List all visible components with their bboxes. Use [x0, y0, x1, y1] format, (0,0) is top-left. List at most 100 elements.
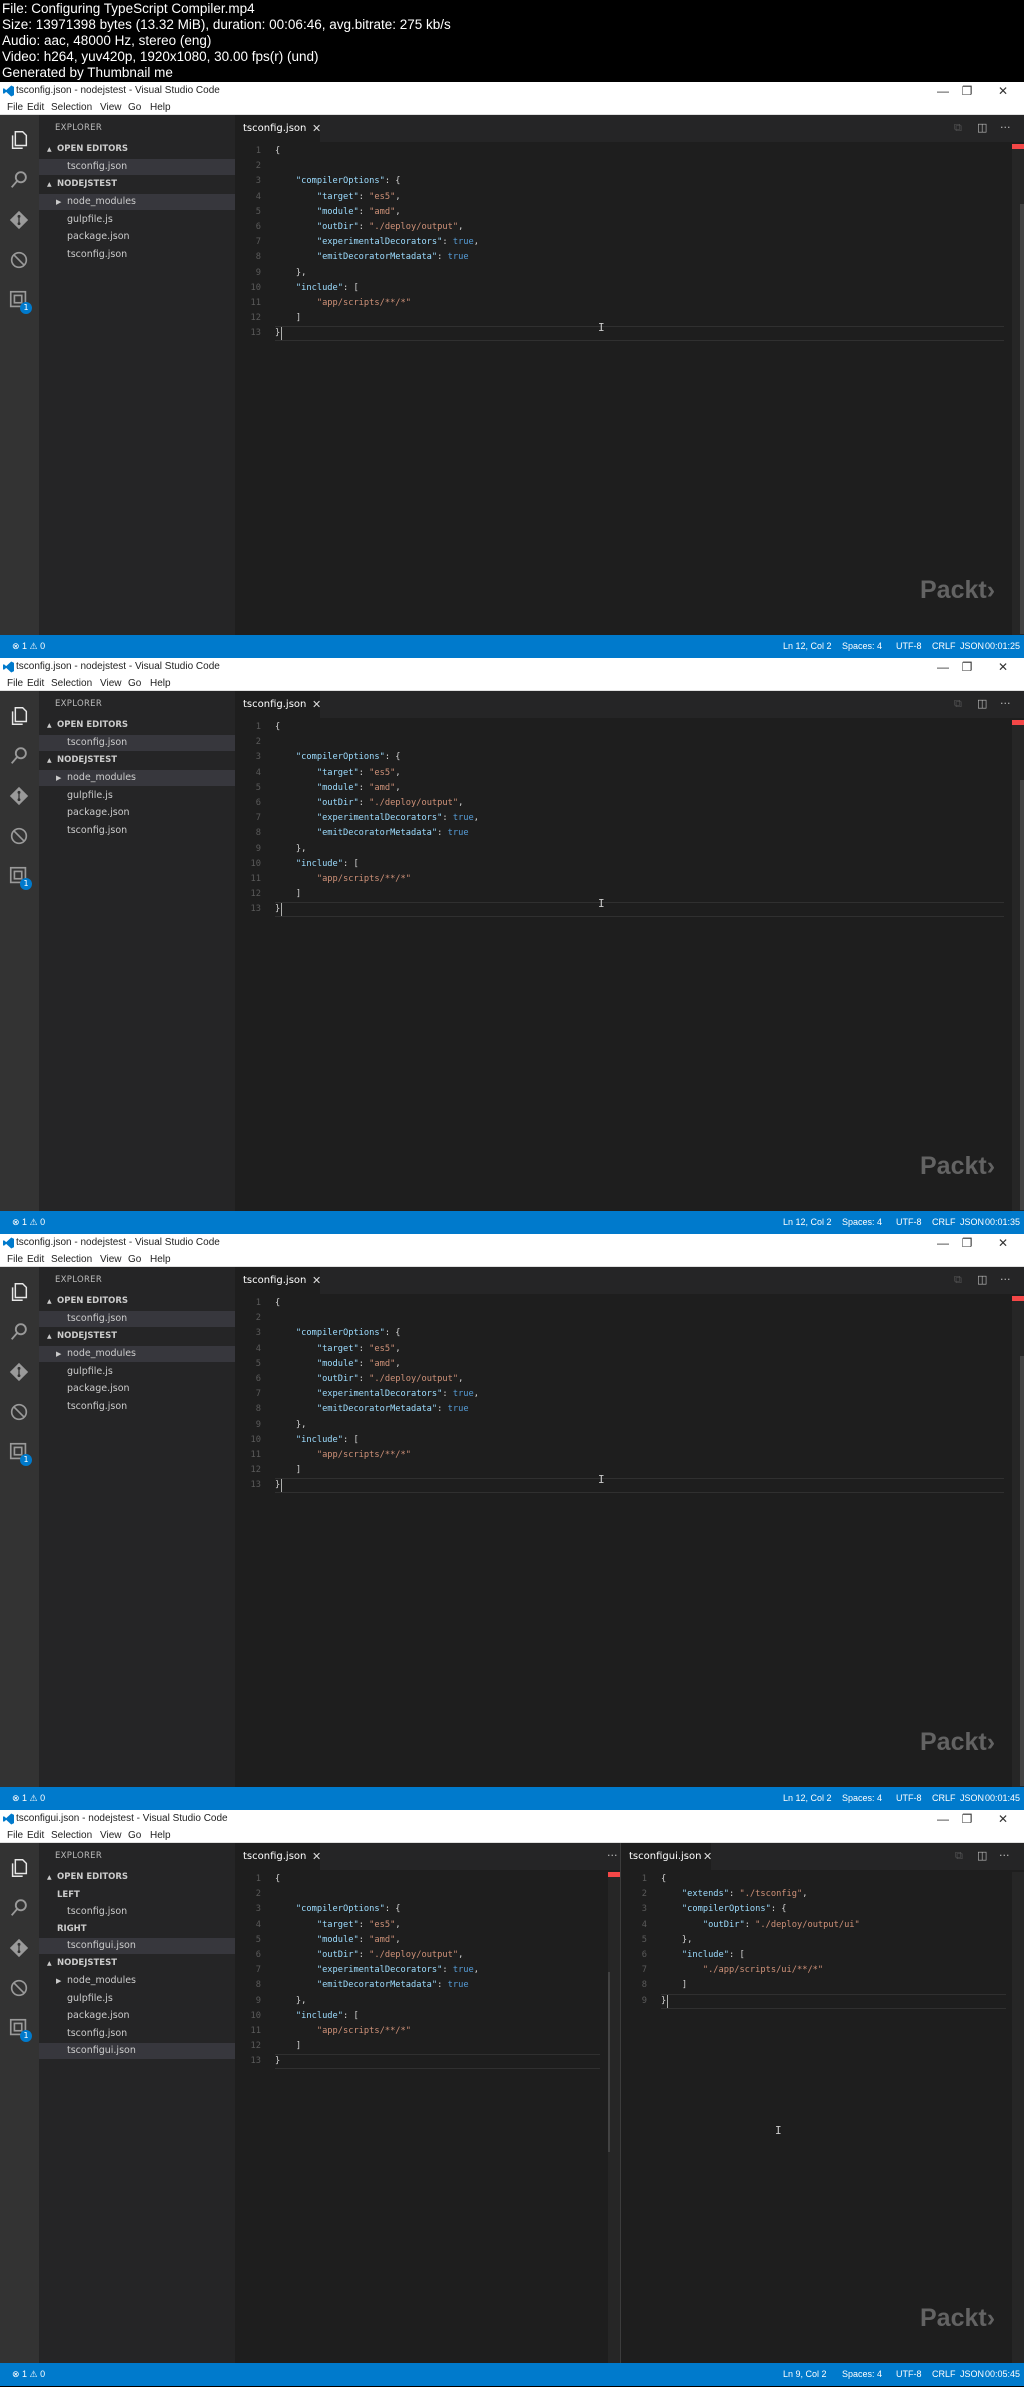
tab-close-icon[interactable]: ✕ — [312, 1843, 321, 1870]
more-actions-icon[interactable]: ··· — [999, 1849, 1010, 1862]
code-text[interactable]: "module": "amd", — [275, 1357, 401, 1372]
code-text[interactable]: "module": "amd", — [275, 781, 401, 796]
restore-button[interactable]: ❐ — [955, 658, 979, 676]
tree-file[interactable]: tsconfig.json — [39, 247, 235, 263]
code-text[interactable]: "emitDecoratorMetadata": true — [275, 1978, 469, 1993]
code-text[interactable]: "compilerOptions": { — [275, 174, 401, 189]
tree-file[interactable]: tsconfig.json — [39, 2026, 235, 2042]
code-text[interactable]: "experimentalDecorators": true, — [275, 811, 479, 826]
split-editor-icon[interactable]: ◫ — [977, 121, 987, 134]
restore-button[interactable]: ❐ — [955, 1810, 979, 1828]
menu-go[interactable]: Go — [128, 1828, 141, 1843]
source-control-icon[interactable] — [8, 1361, 30, 1383]
explorer-icon[interactable] — [8, 129, 30, 151]
open-editor-item[interactable]: tsconfig.json — [39, 735, 235, 751]
code-text[interactable]: "target": "es5", — [275, 190, 401, 205]
indentation-status[interactable]: Spaces: 4 — [842, 1787, 882, 1810]
code-text[interactable]: "emitDecoratorMetadata": true — [275, 1402, 469, 1417]
code-text[interactable]: "experimentalDecorators": true, — [275, 1387, 479, 1402]
minimize-button[interactable]: — — [931, 658, 955, 676]
code-text[interactable]: } — [275, 1478, 280, 1493]
open-editor-item[interactable]: tsconfig.json — [39, 1311, 235, 1327]
menu-selection[interactable]: Selection — [51, 100, 92, 115]
code-text[interactable]: "outDir": "./deploy/output", — [275, 796, 463, 811]
code-text[interactable]: } — [275, 326, 280, 341]
open-changes-icon[interactable]: ⧉ — [954, 697, 962, 711]
code-text[interactable]: }, — [275, 266, 306, 281]
encoding-status[interactable]: UTF-8 — [896, 1211, 922, 1234]
code-text[interactable]: } — [275, 902, 280, 917]
code-text[interactable]: ] — [275, 311, 301, 326]
code-text[interactable]: "compilerOptions": { — [275, 1902, 401, 1917]
menu-go[interactable]: Go — [128, 100, 141, 115]
language-mode[interactable]: JSON — [960, 2363, 984, 2386]
code-text[interactable]: "extends": "./tsconfig", — [661, 1887, 808, 1902]
tree-file[interactable]: tsconfig.json — [39, 1399, 235, 1415]
code-text[interactable]: "emitDecoratorMetadata": true — [275, 250, 469, 265]
tab-close-icon[interactable]: ✕ — [703, 1843, 712, 1870]
code-text[interactable]: "include": [ — [275, 857, 359, 872]
line-ending-status[interactable]: CRLF — [932, 1787, 956, 1810]
code-text[interactable]: { — [275, 720, 280, 735]
open-editors-section[interactable]: ▲ OPEN EDITORS — [39, 1870, 235, 1885]
code-text[interactable]: { — [661, 1872, 666, 1887]
code-text[interactable]: ] — [275, 887, 301, 902]
tab-close-icon[interactable]: ✕ — [312, 115, 321, 142]
encoding-status[interactable]: UTF-8 — [896, 2363, 922, 2386]
code-text[interactable]: }, — [275, 1994, 306, 2009]
more-actions-icon[interactable]: ··· — [607, 1849, 618, 1862]
problems-status[interactable]: ⊗ 1 ⚠ 0 — [12, 2363, 45, 2386]
code-text[interactable]: "target": "es5", — [275, 766, 401, 781]
code-text[interactable]: "include": [ — [275, 1433, 359, 1448]
scrollbar-thumb[interactable] — [1020, 1356, 1024, 1786]
indentation-status[interactable]: Spaces: 4 — [842, 2363, 882, 2386]
encoding-status[interactable]: UTF-8 — [896, 635, 922, 658]
folder-section[interactable]: ▲ NODEJSTEST — [39, 1329, 235, 1344]
code-text[interactable]: "outDir": "./deploy/output", — [275, 1372, 463, 1387]
search-icon[interactable] — [8, 745, 30, 767]
vertical-scrollbar[interactable] — [608, 1872, 620, 2363]
code-text[interactable]: "experimentalDecorators": true, — [275, 235, 479, 250]
scrollbar-thumb[interactable] — [608, 1972, 610, 2152]
tree-folder-node-modules[interactable]: ▶ node_modules — [39, 1346, 235, 1362]
menu-view[interactable]: View — [100, 1828, 122, 1843]
code-editor[interactable]: 1 {2 "extends": "./tsconfig", 3 "compilerO… — [621, 1872, 1011, 2352]
language-mode[interactable]: JSON — [960, 1787, 984, 1810]
tree-folder-node-modules[interactable]: ▶ node_modules — [39, 770, 235, 786]
menu-go[interactable]: Go — [128, 1252, 141, 1267]
search-icon[interactable] — [8, 1321, 30, 1343]
debug-icon[interactable] — [8, 1977, 30, 1999]
editor-tab-active[interactable]: tsconfigui.json ✕ — [621, 1843, 712, 1870]
code-editor[interactable]: 1 {2 3 "compilerOptions": {4 "target": "es… — [235, 720, 1010, 1200]
code-text[interactable]: "experimentalDecorators": true, — [275, 1963, 479, 1978]
tree-file[interactable]: package.json — [39, 1381, 235, 1397]
tree-file[interactable]: package.json — [39, 2008, 235, 2024]
menu-edit[interactable]: Edit — [27, 100, 44, 115]
line-ending-status[interactable]: CRLF — [932, 1211, 956, 1234]
split-editor-icon[interactable]: ◫ — [977, 1273, 987, 1286]
extensions-icon[interactable]: 1 — [8, 289, 32, 314]
search-icon[interactable] — [8, 169, 30, 191]
code-text[interactable]: "compilerOptions": { — [275, 1326, 401, 1341]
menu-selection[interactable]: Selection — [51, 676, 92, 691]
restore-button[interactable]: ❐ — [955, 1234, 979, 1252]
editor-tab[interactable]: tsconfig.json ✕ — [235, 1843, 321, 1870]
explorer-icon[interactable] — [8, 1857, 30, 1879]
debug-icon[interactable] — [8, 1401, 30, 1423]
explorer-icon[interactable] — [8, 705, 30, 727]
cursor-position[interactable]: Ln 9, Col 2 — [783, 2363, 827, 2386]
code-text[interactable]: "app/scripts/**/*" — [275, 1448, 411, 1463]
split-editor-icon[interactable]: ◫ — [977, 697, 987, 710]
code-text[interactable]: "outDir": "./deploy/output", — [275, 1948, 463, 1963]
debug-icon[interactable] — [8, 825, 30, 847]
tree-file[interactable]: package.json — [39, 229, 235, 245]
code-text[interactable]: ] — [661, 1978, 687, 1993]
minimize-button[interactable]: — — [931, 82, 955, 100]
menu-go[interactable]: Go — [128, 676, 141, 691]
more-actions-icon[interactable]: ··· — [1000, 1273, 1011, 1286]
open-editor-item[interactable]: tsconfig.json — [39, 159, 235, 175]
menu-selection[interactable]: Selection — [51, 1828, 92, 1843]
menu-view[interactable]: View — [100, 100, 122, 115]
menu-view[interactable]: View — [100, 676, 122, 691]
code-text[interactable]: "target": "es5", — [275, 1918, 401, 1933]
